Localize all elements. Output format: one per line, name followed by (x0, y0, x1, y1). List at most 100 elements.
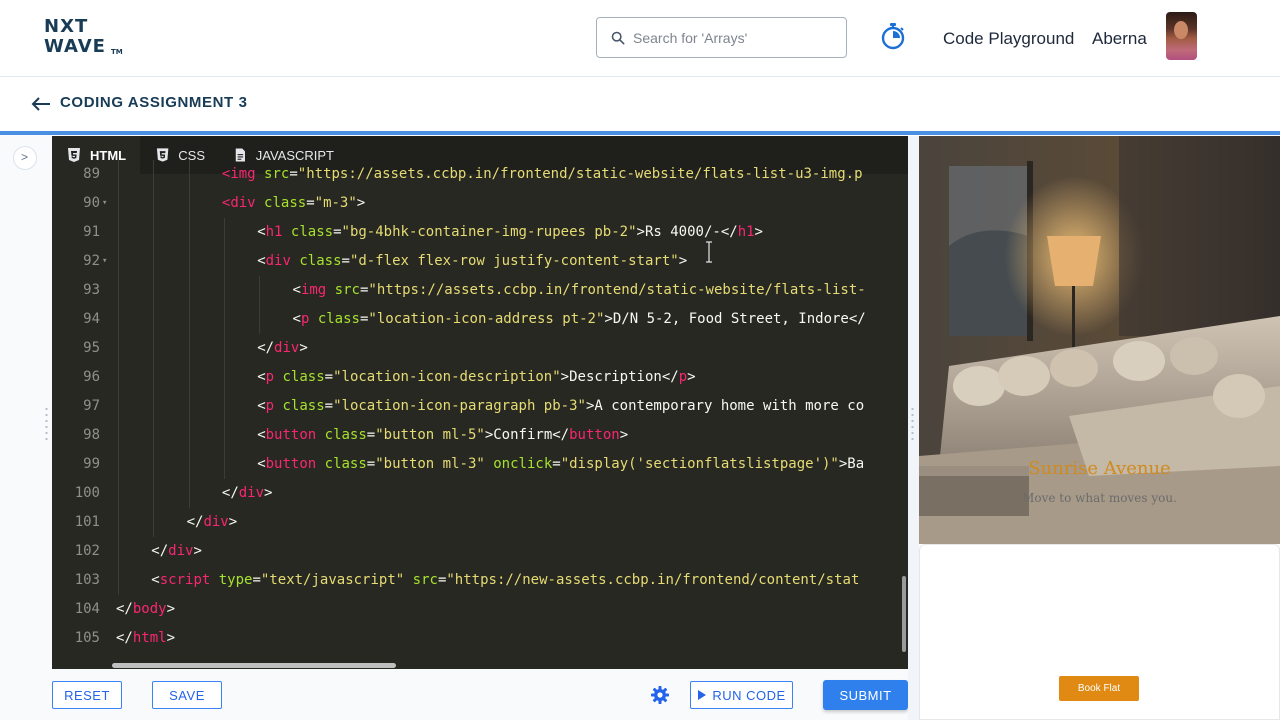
code-token: > (166, 630, 176, 646)
code-token: onclick (493, 456, 553, 472)
search-input[interactable] (633, 27, 833, 49)
code-token: < (257, 456, 266, 472)
line-number: 93 (83, 282, 100, 298)
code-token: "text/javascript" (260, 572, 405, 588)
code-token: class (282, 369, 325, 385)
code-text: <div class="m-3"> (222, 189, 365, 218)
gear-icon[interactable] (650, 685, 670, 705)
code-token: </ (116, 601, 133, 617)
line-number: 97 (83, 398, 100, 414)
line-number: 99 (83, 456, 100, 472)
expand-sidebar-button[interactable]: > (13, 146, 37, 170)
code-token: >D/N 5-2, Food Street, Indore</ (604, 311, 866, 327)
code-line[interactable]: 89 <img src="https://assets.ccbp.in/front… (52, 160, 908, 189)
code-token: > (264, 485, 273, 501)
code-line[interactable]: 105 </html> (52, 624, 908, 653)
indent-guide (188, 392, 190, 421)
code-token: > (356, 195, 366, 211)
line-number: 102 (74, 543, 100, 559)
code-area[interactable]: 89 <img src="https://assets.ccbp.in/front… (52, 160, 908, 669)
avatar[interactable] (1166, 12, 1197, 60)
indent-guide (118, 305, 119, 334)
indent-guide (118, 508, 119, 537)
indent-guide (188, 363, 190, 392)
line-number: 103 (74, 572, 100, 588)
code-token: > (754, 224, 763, 240)
resize-grip-right[interactable] (911, 406, 914, 442)
indent-guide (223, 334, 225, 363)
code-line[interactable]: 104 </body> (52, 595, 908, 624)
code-token: class (290, 224, 334, 240)
code-token: div (265, 253, 291, 269)
code-token: = (289, 166, 298, 182)
run-code-button[interactable]: RUN CODE (690, 681, 793, 709)
code-token: div (238, 485, 265, 501)
search-box[interactable] (596, 17, 847, 58)
code-line[interactable]: 90 ▾ <div class="m-3"> (52, 189, 908, 218)
code-token: </ (257, 340, 275, 356)
username[interactable]: Aberna (1092, 29, 1147, 49)
output-preview[interactable] (919, 136, 1280, 720)
code-token: button (265, 456, 317, 472)
fold-toggle-icon[interactable]: ▾ (102, 247, 107, 276)
code-text: <p class="location-icon-address pt-2">D/… (293, 305, 866, 334)
code-line[interactable]: 103 <script type="text/javascript" src="h… (52, 566, 908, 595)
code-token: < (292, 282, 301, 298)
code-editor[interactable]: HTML CSS JAVASCRIPT 89 <img src="https://… (52, 136, 908, 669)
back-arrow-icon[interactable] (30, 96, 52, 112)
code-token: > (678, 253, 688, 269)
resize-grip-left[interactable] (45, 406, 48, 442)
code-token: = (252, 572, 261, 588)
line-number: 94 (83, 311, 100, 327)
code-token: < (151, 572, 160, 588)
header-divider (0, 131, 1280, 135)
submit-button[interactable]: SUBMIT (823, 680, 908, 710)
code-line[interactable]: 99 <button class="button ml-3" onclick="d… (52, 450, 908, 479)
code-token: > (228, 514, 238, 530)
code-token: "bg-4bhk-container-img-rupees pb-2" (341, 224, 637, 240)
code-line[interactable]: 101 </div> (52, 508, 908, 537)
indent-guide (118, 421, 119, 450)
code-token: "button ml-3" (375, 456, 485, 472)
book-flat-button[interactable]: Book Flat (1059, 676, 1139, 701)
indent-guide (153, 479, 155, 508)
code-line[interactable]: 92 ▾ <div class="d-flex flex-row justify-c… (52, 247, 908, 276)
code-token: < (292, 311, 301, 327)
code-line[interactable]: 97 <p class="location-icon-paragraph pb-3… (52, 392, 908, 421)
code-text: <img src="https://assets.ccbp.in/fronten… (222, 160, 863, 189)
save-button[interactable]: SAVE (152, 681, 222, 709)
code-line[interactable]: 91 <h1 class="bg-4bhk-container-img-rupee… (52, 218, 908, 247)
vertical-scrollbar[interactable] (902, 576, 906, 652)
stopwatch-icon[interactable] (880, 22, 906, 50)
code-token: > (687, 369, 696, 385)
code-token: class (317, 311, 360, 327)
indent-guide (153, 450, 155, 479)
code-token: class (299, 253, 342, 269)
nxtwave-logo[interactable]: NXT WAVE TM (44, 16, 124, 58)
code-token: = (306, 195, 315, 211)
indent-guide (118, 160, 119, 189)
indent-guide (223, 305, 225, 334)
code-line[interactable]: 93 <img src="https://assets.ccbp.in/front… (52, 276, 908, 305)
code-token: = (324, 369, 334, 385)
fold-toggle-icon[interactable]: ▾ (102, 189, 107, 218)
horizontal-scrollbar[interactable] (112, 663, 396, 668)
indent-guide (118, 450, 119, 479)
code-line[interactable]: 96 <p class="location-icon-description">D… (52, 363, 908, 392)
preview-title: Sunrise Avenue (1028, 458, 1171, 479)
code-line[interactable]: 95 </div> (52, 334, 908, 363)
indent-guide (188, 189, 190, 218)
indent-guide (118, 334, 119, 363)
code-playground-link[interactable]: Code Playground (943, 29, 1074, 49)
code-line[interactable]: 100 </div> (52, 479, 908, 508)
code-token: h1 (265, 224, 283, 240)
code-line[interactable]: 102 </div> (52, 537, 908, 566)
line-number: 89 (83, 166, 100, 182)
code-line[interactable]: 98 <button class="button ml-5">Confirm</b… (52, 421, 908, 450)
code-line[interactable]: 94 <p class="location-icon-address pt-2">… (52, 305, 908, 334)
reset-button[interactable]: RESET (52, 681, 122, 709)
